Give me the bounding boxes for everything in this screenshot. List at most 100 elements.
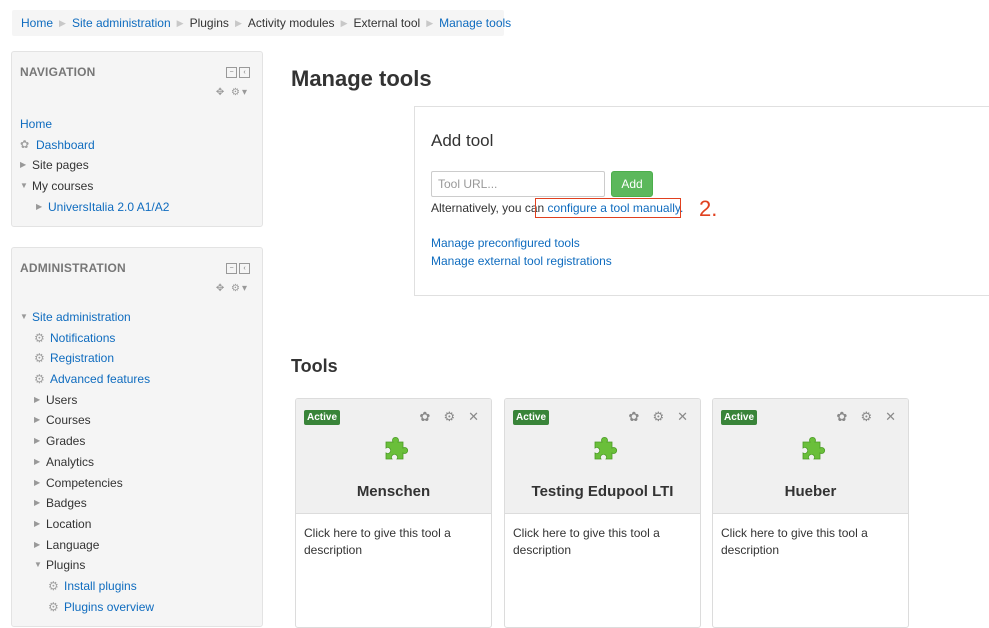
dock-block-icon[interactable]: − <box>226 67 237 78</box>
admin-competencies[interactable]: ▶ Competencies <box>20 473 262 494</box>
annotation-step-number: 2. <box>699 196 718 221</box>
gear-icon: ⚙ <box>48 578 59 593</box>
caret-right-icon: ▶ <box>34 415 41 425</box>
tool-url-input[interactable] <box>431 171 605 197</box>
admin-plugins-overview-link[interactable]: Plugins overview <box>64 597 154 618</box>
breadcrumb-separator-icon: ▶ <box>59 17 66 28</box>
admin-users-label: Users <box>46 392 78 407</box>
admin-users[interactable]: ▶ Users <box>20 390 262 411</box>
add-tool-button[interactable]: Add <box>611 171 653 197</box>
tool-name: Hueber <box>784 483 837 500</box>
caret-right-icon: ▶ <box>34 436 41 446</box>
block-actions-menu-icon[interactable]: ✥ ⚙▾ <box>216 87 249 98</box>
close-icon[interactable]: ✕ <box>677 409 688 425</box>
dashboard-icon: ✿ <box>20 138 30 151</box>
gear-icon[interactable]: ⚙ <box>652 409 664 425</box>
caret-right-icon: ▶ <box>20 160 27 170</box>
caret-right-icon: ▶ <box>34 394 41 404</box>
admin-competencies-label: Competencies <box>46 475 123 490</box>
admin-registration-link[interactable]: Registration <box>50 348 114 369</box>
admin-location[interactable]: ▶ Location <box>20 514 262 535</box>
admin-analytics[interactable]: ▶ Analytics <box>20 452 262 473</box>
admin-site-administration-link[interactable]: Site administration <box>32 307 131 328</box>
admin-badges[interactable]: ▶ Badges <box>20 493 262 514</box>
admin-analytics-label: Analytics <box>46 454 95 469</box>
breadcrumb-plugins: Plugins <box>189 16 229 30</box>
administration-block-title: ADMINISTRATION <box>20 261 126 275</box>
breadcrumb: Home ▶ Site administration ▶ Plugins ▶ A… <box>12 10 511 36</box>
gear-icon[interactable]: ⚙ <box>443 409 455 425</box>
tool-card[interactable]: Active ✿ ⚙ ✕ Menschen Click here to give… <box>295 398 492 628</box>
tool-card[interactable]: Active ✿ ⚙ ✕ Hueber Click here to give t… <box>712 398 909 628</box>
caret-right-icon: ▶ <box>36 201 43 211</box>
admin-advanced-features-link[interactable]: Advanced features <box>50 369 150 390</box>
restrict-access-icon[interactable]: ✿ <box>420 409 431 425</box>
admin-grades-label: Grades <box>46 434 86 449</box>
status-badge: Active <box>304 410 341 425</box>
breadcrumb-separator-icon: ▶ <box>340 17 348 28</box>
caret-right-icon: ▶ <box>34 456 41 466</box>
breadcrumb-separator-icon: ▶ <box>426 17 434 28</box>
dock-block-icon[interactable]: − <box>226 263 237 274</box>
admin-language[interactable]: ▶ Language <box>20 535 262 556</box>
breadcrumb-site-administration[interactable]: Site administration <box>72 16 171 30</box>
configure-tool-manually-link[interactable]: configure a tool manually. <box>548 201 684 215</box>
nav-home-link[interactable]: Home <box>20 114 52 135</box>
nav-site-pages[interactable]: ▶ Site pages <box>20 155 262 176</box>
tool-description[interactable]: Click here to give this tool a descripti… <box>505 514 700 570</box>
restrict-access-icon[interactable]: ✿ <box>837 409 848 425</box>
add-tool-panel: Add tool Add Alternatively, you can conf… <box>414 106 989 296</box>
nav-my-courses[interactable]: ▼ My courses <box>20 176 262 197</box>
admin-courses[interactable]: ▶ Courses <box>20 410 262 431</box>
close-icon[interactable]: ✕ <box>468 409 479 425</box>
breadcrumb-manage-tools[interactable]: Manage tools <box>439 16 511 30</box>
nav-dashboard-link[interactable]: Dashboard <box>36 135 95 156</box>
breadcrumb-external-tool: External tool <box>353 16 421 30</box>
admin-grades[interactable]: ▶ Grades <box>20 431 262 452</box>
nav-course-link[interactable]: UniversItalia 2.0 A1/A2 <box>48 197 169 218</box>
breadcrumb-home[interactable]: Home <box>21 16 53 30</box>
puzzle-piece-icon <box>594 437 617 460</box>
tool-name: Testing Edupool LTI <box>531 483 674 500</box>
admin-badges-label: Badges <box>46 496 87 511</box>
block-actions-menu-icon[interactable]: ✥ ⚙▾ <box>216 283 249 294</box>
add-tool-heading: Add tool <box>431 131 494 150</box>
puzzle-piece-icon <box>802 437 825 460</box>
nav-my-courses-label: My courses <box>32 179 94 194</box>
collapse-block-icon[interactable]: ‹ <box>239 263 250 274</box>
page-title: Manage tools <box>291 66 432 91</box>
manage-external-tool-registrations-link[interactable]: Manage external tool registrations <box>431 254 612 268</box>
caret-right-icon: ▶ <box>34 518 41 528</box>
gear-icon: ⚙ <box>34 330 45 345</box>
navigation-block-title: NAVIGATION <box>20 65 96 79</box>
puzzle-piece-icon <box>385 437 408 460</box>
close-icon[interactable]: ✕ <box>885 409 896 425</box>
alternative-text: Alternatively, you can configure a tool … <box>431 201 683 215</box>
admin-courses-label: Courses <box>46 413 91 428</box>
tool-card[interactable]: Active ✿ ⚙ ✕ Testing Edupool LTI Click h… <box>504 398 701 628</box>
restrict-access-icon[interactable]: ✿ <box>629 409 640 425</box>
tool-description[interactable]: Click here to give this tool a descripti… <box>713 514 908 570</box>
tool-description[interactable]: Click here to give this tool a descripti… <box>296 514 491 570</box>
status-badge: Active <box>721 410 758 425</box>
admin-location-label: Location <box>46 516 92 531</box>
manage-preconfigured-tools-link[interactable]: Manage preconfigured tools <box>431 236 580 250</box>
administration-block: ADMINISTRATION − ‹ ✥ ⚙▾ ▼ Site administra… <box>11 247 263 627</box>
admin-install-plugins-link[interactable]: Install plugins <box>64 576 137 597</box>
admin-language-label: Language <box>46 537 100 552</box>
tools-heading: Tools <box>291 356 338 376</box>
status-badge: Active <box>513 410 550 425</box>
gear-icon[interactable]: ⚙ <box>860 409 872 425</box>
navigation-block: NAVIGATION − ‹ ✥ ⚙▾ Home ✿ Dashboard ▶ Sit… <box>11 51 263 227</box>
caret-down-icon: ▼ <box>20 312 28 321</box>
admin-plugins-label: Plugins <box>46 558 86 573</box>
caret-right-icon: ▶ <box>34 539 41 549</box>
caret-down-icon: ▼ <box>20 181 28 191</box>
admin-notifications-link[interactable]: Notifications <box>50 328 115 349</box>
admin-plugins[interactable]: ▼ Plugins <box>20 555 262 576</box>
collapse-block-icon[interactable]: ‹ <box>239 67 250 78</box>
breadcrumb-activity-modules: Activity modules <box>247 16 335 30</box>
gear-icon: ⚙ <box>48 599 59 614</box>
alternative-prefix: Alternatively, you can <box>431 201 548 215</box>
nav-site-pages-label: Site pages <box>32 158 89 173</box>
